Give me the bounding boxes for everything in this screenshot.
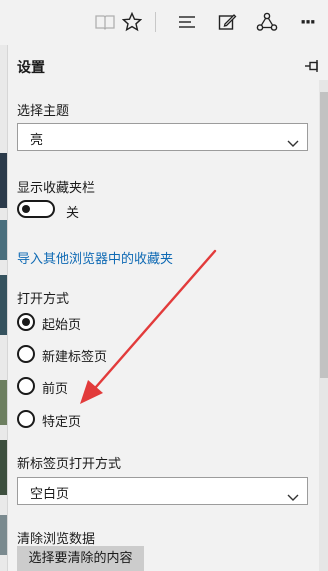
- scrollbar-thumb[interactable]: [320, 92, 328, 378]
- open-with-label: 打开方式: [17, 292, 70, 307]
- new-tab-label: 新标签页打开方式: [17, 457, 122, 472]
- radio-label-specific-page: 特定页: [42, 415, 82, 430]
- settings-panel: 设置 选择主题 亮 显示收藏夹栏 关 导入其他浏览器中的收藏夹 打开方式 起始页…: [7, 45, 328, 571]
- more-icon[interactable]: ···: [296, 11, 318, 33]
- clear-data-label: 清除浏览数据: [17, 532, 96, 547]
- background-page-strip: [0, 45, 7, 571]
- import-favorites-link[interactable]: 导入其他浏览器中的收藏夹: [17, 248, 173, 267]
- theme-select[interactable]: 亮: [17, 123, 308, 151]
- radio-label-previous-pages: 前页: [42, 382, 69, 397]
- pin-icon[interactable]: [304, 58, 320, 74]
- favorites-bar-toggle[interactable]: [17, 200, 55, 218]
- toggle-state-label: 关: [66, 206, 80, 221]
- radio-label-start-page: 起始页: [42, 318, 82, 333]
- radio-label-new-tab: 新建标签页: [42, 350, 108, 365]
- theme-label: 选择主题: [17, 104, 70, 119]
- notes-icon[interactable]: [216, 11, 238, 33]
- panel-title: 设置: [17, 60, 45, 76]
- favorites-bar-label: 显示收藏夹栏: [17, 181, 96, 196]
- chevron-down-icon: [287, 133, 299, 152]
- share-icon[interactable]: [256, 11, 278, 33]
- radio-new-tab[interactable]: [17, 345, 35, 363]
- favorite-star-icon[interactable]: [121, 11, 143, 33]
- theme-value: 亮: [30, 133, 44, 148]
- chevron-down-icon: [287, 487, 299, 506]
- choose-what-to-clear-button[interactable]: 选择要清除的内容: [17, 546, 144, 571]
- new-tab-value: 空白页: [30, 487, 70, 502]
- new-tab-select[interactable]: 空白页: [17, 477, 308, 505]
- scrollbar[interactable]: [319, 80, 328, 571]
- hub-icon[interactable]: [176, 11, 198, 33]
- browser-toolbar: ···: [0, 0, 328, 46]
- reading-view-icon[interactable]: [94, 11, 116, 33]
- radio-start-page[interactable]: [17, 313, 35, 331]
- radio-specific-page[interactable]: [17, 410, 35, 428]
- toolbar-separator: [155, 12, 156, 32]
- radio-previous-pages[interactable]: [17, 377, 35, 395]
